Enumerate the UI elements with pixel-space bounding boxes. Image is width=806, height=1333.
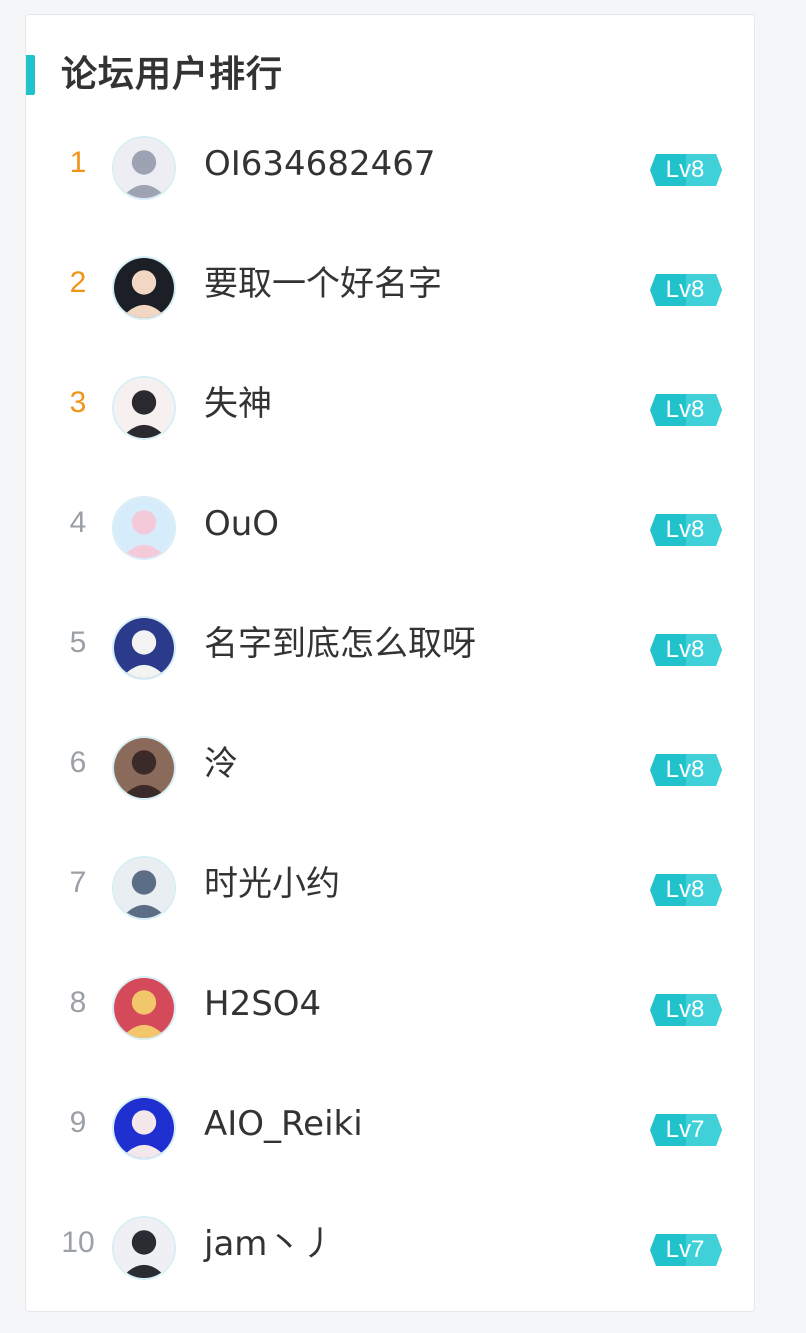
rank-number: 9 bbox=[69, 1106, 87, 1139]
user-ranking-row[interactable]: 9 AIO_Reiki Lv7 bbox=[26, 1069, 754, 1189]
user-avatar[interactable] bbox=[112, 1216, 176, 1280]
avatar-image bbox=[114, 738, 174, 798]
user-avatar[interactable] bbox=[112, 856, 176, 920]
avatar-image bbox=[114, 1218, 174, 1278]
level-badge: Lv8 bbox=[650, 754, 722, 786]
user-avatar[interactable] bbox=[112, 256, 176, 320]
user-avatar[interactable] bbox=[112, 376, 176, 440]
username-link[interactable]: 失神 bbox=[204, 382, 272, 426]
avatar-image bbox=[114, 1098, 174, 1158]
rank-number: 1 bbox=[69, 146, 87, 179]
user-ranking-list: 1 OI634682467 Lv8 2 要取一个好名字 Lv8 3 失神 Lv8… bbox=[26, 109, 754, 1309]
user-avatar[interactable] bbox=[112, 616, 176, 680]
avatar-image bbox=[114, 858, 174, 918]
user-avatar[interactable] bbox=[112, 736, 176, 800]
user-ranking-row[interactable]: 6 泠 Lv8 bbox=[26, 709, 754, 829]
level-label: Lv8 bbox=[665, 636, 705, 663]
user-avatar[interactable] bbox=[112, 1096, 176, 1160]
rank-number: 10 bbox=[61, 1226, 95, 1259]
level-label: Lv7 bbox=[665, 1116, 705, 1143]
avatar-image bbox=[114, 978, 174, 1038]
level-badge: Lv8 bbox=[650, 874, 722, 906]
username-link[interactable]: 名字到底怎么取呀 bbox=[204, 622, 476, 666]
rank-number: 7 bbox=[69, 866, 87, 899]
username-link[interactable]: AIO_Reiki bbox=[204, 1102, 363, 1146]
level-badge: Lv8 bbox=[650, 514, 722, 546]
avatar-image bbox=[114, 138, 174, 198]
user-ranking-row[interactable]: 2 要取一个好名字 Lv8 bbox=[26, 229, 754, 349]
user-ranking-panel: 论坛用户排行 1 OI634682467 Lv8 2 要取一个好名字 Lv8 3… bbox=[25, 14, 755, 1312]
user-avatar[interactable] bbox=[112, 136, 176, 200]
user-ranking-row[interactable]: 10 jam丶丿 Lv7 bbox=[26, 1189, 754, 1309]
user-ranking-row[interactable]: 5 名字到底怎么取呀 Lv8 bbox=[26, 589, 754, 709]
level-label: Lv8 bbox=[665, 156, 705, 183]
user-ranking-row[interactable]: 8 H2SO4 Lv8 bbox=[26, 949, 754, 1069]
level-badge: Lv8 bbox=[650, 274, 722, 306]
user-ranking-row[interactable]: 7 时光小约 Lv8 bbox=[26, 829, 754, 949]
avatar-image bbox=[114, 378, 174, 438]
level-label: Lv8 bbox=[665, 756, 705, 783]
username-link[interactable]: OI634682467 bbox=[204, 142, 435, 186]
username-link[interactable]: 要取一个好名字 bbox=[204, 262, 442, 306]
level-badge: Lv8 bbox=[650, 154, 722, 186]
level-badge: Lv8 bbox=[650, 394, 722, 426]
rank-number: 6 bbox=[69, 746, 87, 779]
username-link[interactable]: jam丶丿 bbox=[204, 1222, 335, 1266]
avatar-image bbox=[114, 618, 174, 678]
rank-number: 5 bbox=[69, 626, 87, 659]
user-avatar[interactable] bbox=[112, 976, 176, 1040]
level-badge: Lv8 bbox=[650, 634, 722, 666]
user-ranking-row[interactable]: 1 OI634682467 Lv8 bbox=[26, 109, 754, 229]
rank-number: 4 bbox=[69, 506, 87, 539]
level-badge: Lv8 bbox=[650, 994, 722, 1026]
level-label: Lv8 bbox=[665, 396, 705, 423]
user-ranking-row[interactable]: 4 OuO Lv8 bbox=[26, 469, 754, 589]
username-link[interactable]: 泠 bbox=[204, 742, 238, 786]
panel-title: 论坛用户排行 bbox=[61, 54, 284, 95]
level-label: Lv8 bbox=[665, 876, 705, 903]
level-label: Lv7 bbox=[665, 1236, 705, 1263]
title-accent-bar bbox=[26, 55, 35, 95]
level-badge: Lv7 bbox=[650, 1234, 722, 1266]
user-avatar[interactable] bbox=[112, 496, 176, 560]
username-link[interactable]: OuO bbox=[204, 502, 279, 546]
avatar-image bbox=[114, 498, 174, 558]
avatar-image bbox=[114, 258, 174, 318]
rank-number: 2 bbox=[69, 266, 87, 299]
username-link[interactable]: 时光小约 bbox=[204, 862, 340, 906]
level-label: Lv8 bbox=[665, 996, 705, 1023]
level-label: Lv8 bbox=[665, 516, 705, 543]
rank-number: 8 bbox=[69, 986, 87, 1019]
user-ranking-row[interactable]: 3 失神 Lv8 bbox=[26, 349, 754, 469]
level-label: Lv8 bbox=[665, 276, 705, 303]
level-badge: Lv7 bbox=[650, 1114, 722, 1146]
username-link[interactable]: H2SO4 bbox=[204, 982, 321, 1026]
rank-number: 3 bbox=[69, 386, 87, 419]
